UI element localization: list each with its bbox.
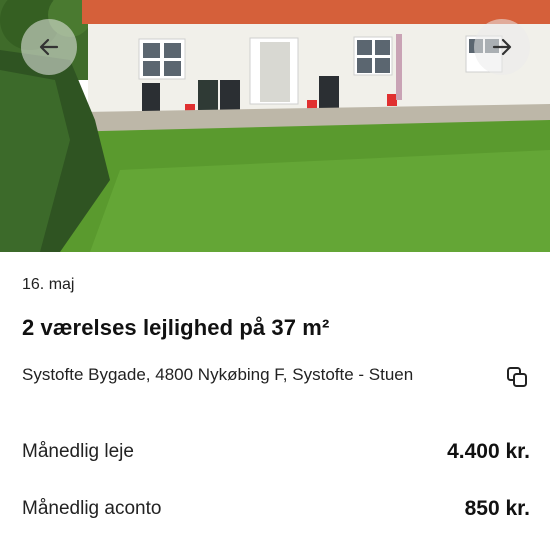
listing-address: Systofte Bygade, 4800 Nykøbing F, Systof… — [22, 365, 414, 384]
listing-date: 16. maj — [22, 276, 75, 293]
listing-photo[interactable] — [0, 0, 550, 252]
arrow-left-icon — [39, 38, 59, 56]
copy-address-button[interactable] — [505, 365, 529, 389]
monthly-aconto-value: 850 kr. — [464, 497, 530, 520]
next-image-button[interactable] — [474, 19, 530, 75]
monthly-rent-row: Månedlig leje 4.400 kr. — [22, 437, 530, 467]
monthly-rent-label: Månedlig leje — [22, 441, 134, 462]
monthly-aconto-label: Månedlig aconto — [22, 498, 162, 519]
previous-image-button[interactable] — [21, 19, 77, 75]
monthly-rent-value: 4.400 kr. — [447, 440, 530, 463]
listing-details: 16. maj 2 værelses lejlighed på 37 m² Sy… — [0, 252, 550, 550]
arrow-right-icon — [492, 38, 512, 56]
monthly-aconto-row: Månedlig aconto 850 kr. — [22, 494, 530, 524]
house-photo-image — [0, 0, 550, 252]
copy-icon — [507, 367, 527, 387]
listing-title: 2 værelses lejlighed på 37 m² — [22, 315, 330, 340]
